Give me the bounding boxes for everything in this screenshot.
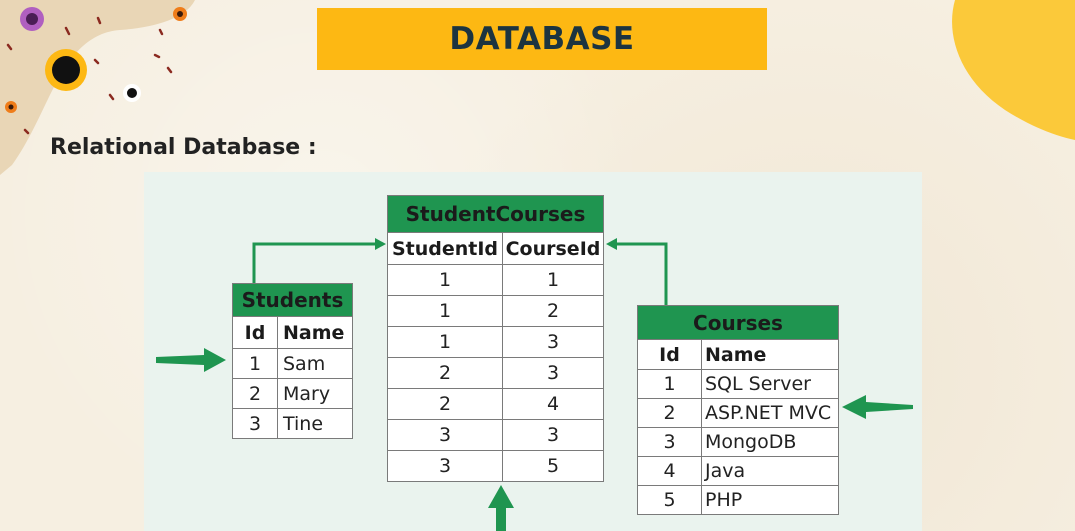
studentcourses-row: 2 3 — [387, 357, 604, 389]
studentcourses-row: 3 5 — [387, 450, 604, 482]
slide-subtitle: Relational Database : — [50, 135, 317, 160]
studentcourses-cell-courseid: 3 — [502, 419, 604, 451]
courses-row: 2 ASP.NET MVC — [637, 398, 839, 428]
courses-col-id: Id — [637, 339, 702, 370]
courses-cell-id: 3 — [637, 427, 702, 457]
studentcourses-cell-studentid: 1 — [387, 295, 503, 327]
studentcourses-cell-courseid: 2 — [502, 295, 604, 327]
slide-title: DATABASE — [449, 21, 635, 57]
studentcourses-col-studentid: StudentId — [387, 232, 503, 265]
students-row: 1 Sam — [232, 348, 353, 379]
courses-cell-name: ASP.NET MVC — [701, 398, 839, 428]
studentcourses-cell-courseid: 1 — [502, 264, 604, 296]
courses-row: 1 SQL Server — [637, 369, 839, 399]
courses-cell-id: 4 — [637, 456, 702, 486]
studentcourses-row: 2 4 — [387, 388, 604, 420]
courses-cell-id: 2 — [637, 398, 702, 428]
students-cell-id: 2 — [232, 378, 278, 409]
studentcourses-row: 1 3 — [387, 326, 604, 358]
students-cell-id: 3 — [232, 408, 278, 439]
courses-cell-name: Java — [701, 456, 839, 486]
studentcourses-cell-courseid: 4 — [502, 388, 604, 420]
studentcourses-row: 3 3 — [387, 419, 604, 451]
students-cell-id: 1 — [232, 348, 278, 379]
studentcourses-col-courseid: CourseId — [502, 232, 604, 265]
title-banner: DATABASE — [317, 8, 767, 70]
students-table: Students Id Name 1 Sam 2 Mary 3 Tine — [232, 283, 353, 439]
students-col-id: Id — [232, 316, 278, 349]
studentcourses-cell-studentid: 2 — [387, 357, 503, 389]
courses-cell-name: SQL Server — [701, 369, 839, 399]
courses-col-name: Name — [701, 339, 839, 370]
decorative-blob-right — [952, 0, 1075, 140]
students-cell-name: Tine — [277, 408, 353, 439]
courses-cell-id: 5 — [637, 485, 702, 515]
courses-row: 3 MongoDB — [637, 427, 839, 457]
courses-row: 5 PHP — [637, 485, 839, 515]
studentcourses-row: 1 2 — [387, 295, 604, 327]
students-cell-name: Mary — [277, 378, 353, 409]
students-row: 3 Tine — [232, 408, 353, 439]
courses-table: Courses Id Name 1 SQL Server 2 ASP.NET M… — [637, 305, 839, 515]
students-row: 2 Mary — [232, 378, 353, 409]
studentcourses-cell-studentid: 2 — [387, 388, 503, 420]
studentcourses-cell-studentid: 1 — [387, 264, 503, 296]
studentcourses-cell-studentid: 3 — [387, 419, 503, 451]
courses-row: 4 Java — [637, 456, 839, 486]
studentcourses-cell-studentid: 1 — [387, 326, 503, 358]
studentcourses-cell-courseid: 3 — [502, 357, 604, 389]
studentcourses-cell-courseid: 5 — [502, 450, 604, 482]
courses-table-title: Courses — [637, 305, 839, 340]
studentcourses-row: 1 1 — [387, 264, 604, 296]
courses-cell-name: PHP — [701, 485, 839, 515]
students-col-name: Name — [277, 316, 353, 349]
students-cell-name: Sam — [277, 348, 353, 379]
studentcourses-cell-studentid: 3 — [387, 450, 503, 482]
courses-cell-id: 1 — [637, 369, 702, 399]
students-table-title: Students — [232, 283, 353, 317]
studentcourses-table-title: StudentCourses — [387, 195, 604, 233]
courses-cell-name: MongoDB — [701, 427, 839, 457]
studentcourses-table: StudentCourses StudentId CourseId 1 1 1 … — [387, 195, 604, 482]
studentcourses-cell-courseid: 3 — [502, 326, 604, 358]
